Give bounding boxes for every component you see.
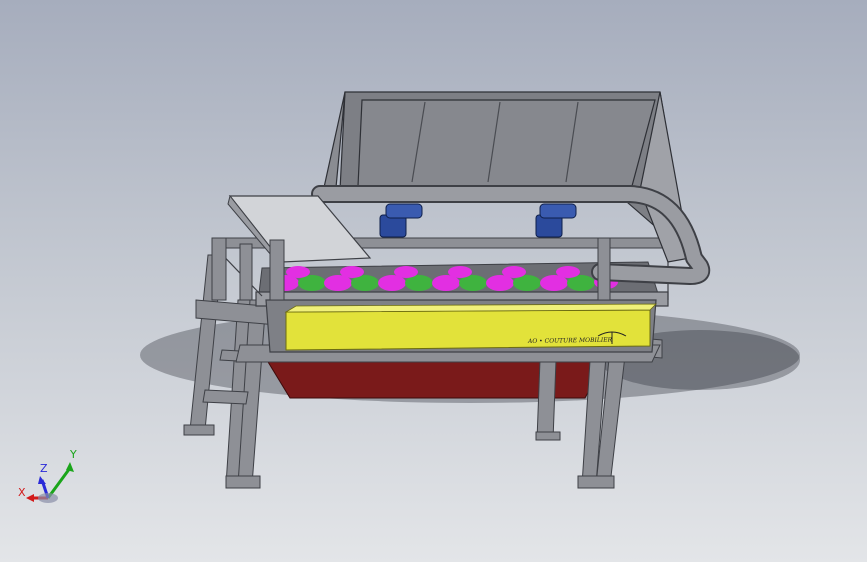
hood-cover [322,91,691,263]
x-axis-label: X [18,486,26,499]
motor-left [379,203,423,238]
yellow-beam [285,309,651,351]
machine-3d-model[interactable]: AO • COUTURE MOBILIER [0,0,867,562]
beam-label: AO • COUTURE MOBILIER [527,337,613,345]
orientation-triad[interactable]: X Y Z [16,446,86,506]
y-axis-label: Y [70,448,77,461]
x-axis-head [26,494,34,502]
triad-origin [38,493,58,503]
z-axis-head [38,476,46,484]
cad-viewport[interactable]: AO • COUTURE MOBILIER X Y Z [0,0,867,562]
z-axis-label: Z [40,462,48,475]
motor-right [535,203,577,238]
